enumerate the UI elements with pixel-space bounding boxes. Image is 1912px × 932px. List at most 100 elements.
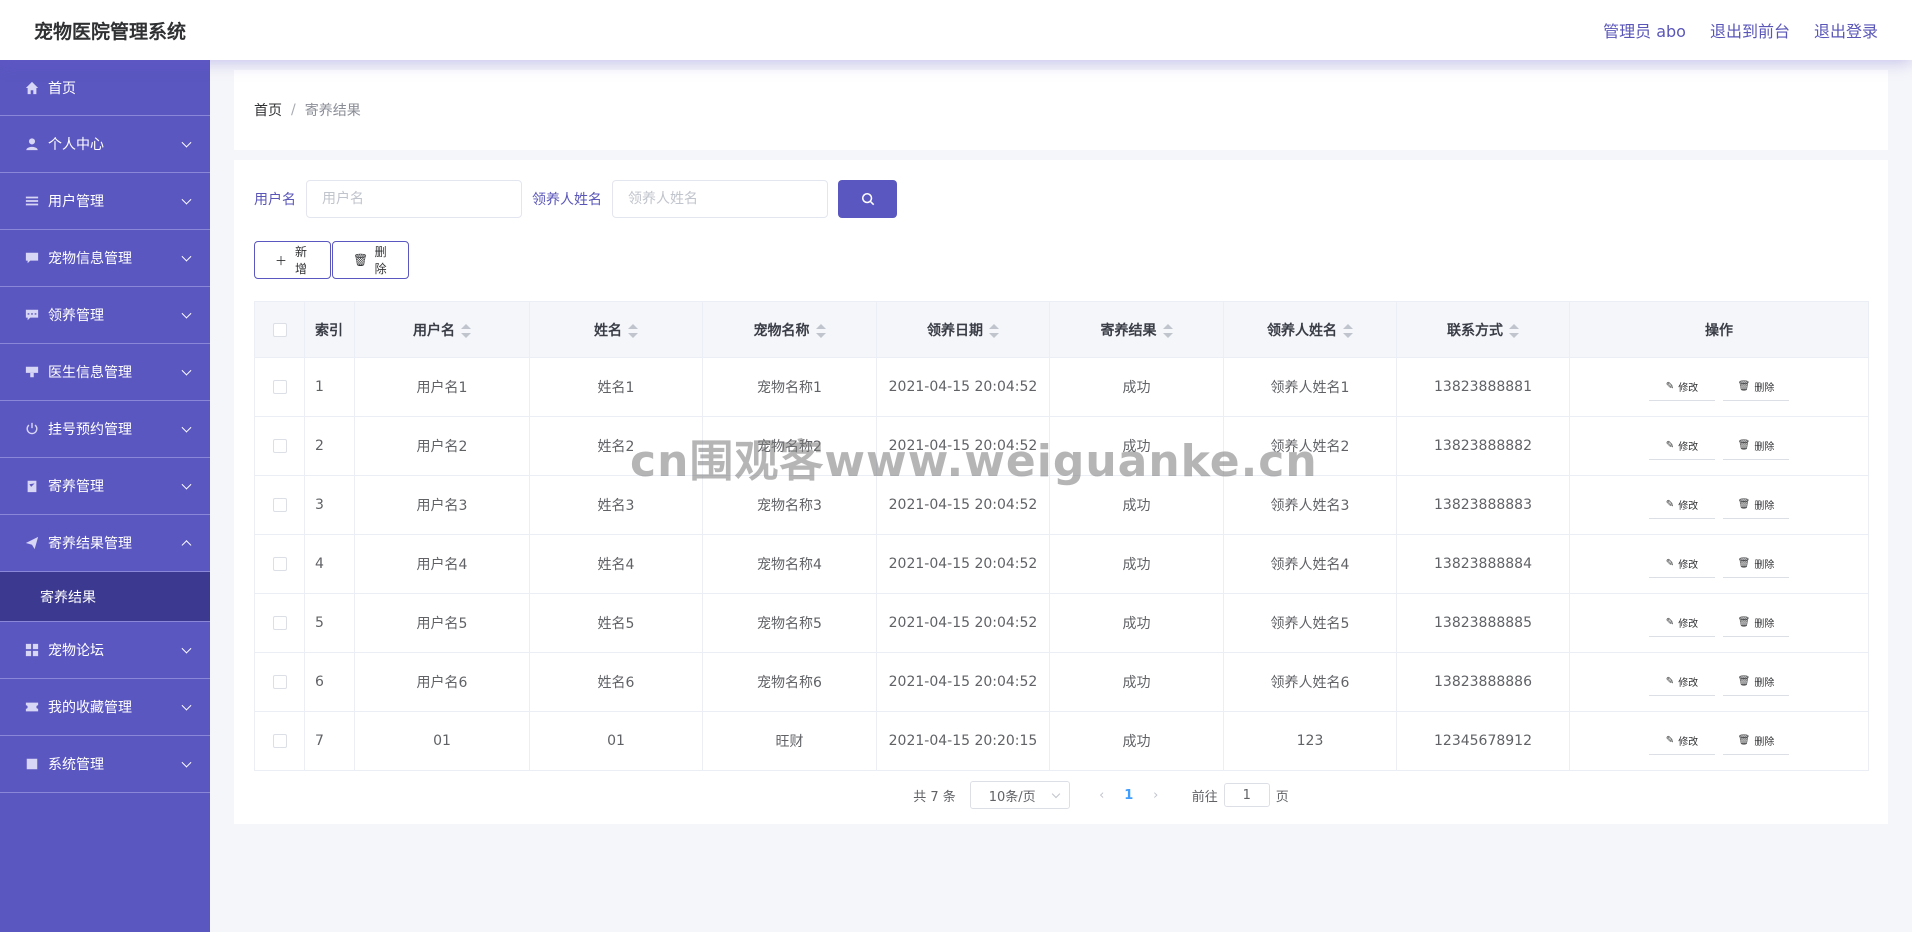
row-checkbox[interactable] bbox=[272, 734, 287, 748]
edit-button-label: 修改 bbox=[1678, 442, 1699, 453]
row-checkbox[interactable] bbox=[272, 380, 287, 394]
table-cell: 领养人姓名6 bbox=[1223, 652, 1397, 712]
row-checkbox[interactable] bbox=[272, 616, 287, 630]
edit-button[interactable]: ✎ 修改 bbox=[1649, 373, 1715, 401]
edit-button[interactable]: ✎ 修改 bbox=[1649, 491, 1715, 519]
next-page-button[interactable]: › bbox=[1144, 788, 1168, 803]
sort-icon[interactable] bbox=[815, 323, 826, 338]
select-all-checkbox[interactable] bbox=[272, 322, 287, 337]
sort-icon[interactable] bbox=[1509, 323, 1519, 338]
column-header-adopter-name[interactable]: 领养人姓名 bbox=[1223, 301, 1397, 358]
table-cell: 用户名2 bbox=[354, 416, 530, 476]
delete-button[interactable]: 🗑 删除 bbox=[1723, 668, 1789, 696]
delete-button[interactable]: 🗑 删除 bbox=[1723, 491, 1789, 519]
chevron-down-icon bbox=[181, 757, 192, 768]
column-header-adopt-date[interactable]: 领养日期 bbox=[876, 301, 1050, 358]
delete-button[interactable]: 🗑 删除 bbox=[1723, 373, 1789, 401]
username-search-input[interactable] bbox=[306, 180, 522, 218]
sidebar-item-pet-info[interactable]: 宠物信息管理 bbox=[0, 230, 210, 287]
sidebar-item-foster[interactable]: 寄养管理 bbox=[0, 458, 210, 515]
row-checkbox[interactable] bbox=[272, 675, 287, 689]
sidebar-subitem-foster-result[interactable]: 寄养结果 bbox=[0, 572, 210, 622]
delete-button[interactable]: 🗑 删除 bbox=[1723, 550, 1789, 578]
row-checkbox[interactable] bbox=[272, 557, 287, 571]
sort-icon[interactable] bbox=[1162, 323, 1173, 338]
admin-name-link[interactable]: 管理员 abo bbox=[1603, 18, 1686, 42]
table-cell: 2021-04-15 20:04:52 bbox=[876, 593, 1050, 653]
home-icon bbox=[24, 80, 40, 96]
delete-button-label: 删除 bbox=[1754, 560, 1775, 571]
goto-label: 前往 bbox=[1191, 789, 1218, 805]
chat-icon bbox=[24, 250, 40, 266]
table-cell: 领养人姓名1 bbox=[1223, 357, 1397, 417]
chevron-down-icon bbox=[1051, 789, 1060, 799]
table-cell: 成功 bbox=[1049, 357, 1224, 417]
row-checkbox[interactable] bbox=[272, 498, 287, 512]
edit-button[interactable]: ✎ 修改 bbox=[1649, 668, 1715, 696]
sidebar-item-appointment[interactable]: 挂号预约管理 bbox=[0, 401, 210, 458]
sort-icon[interactable] bbox=[1343, 323, 1353, 338]
edit-button[interactable]: ✎ 修改 bbox=[1649, 550, 1715, 578]
table-row: 4 用户名4 姓名4 宠物名称4 2021-04-15 20:04:52 成功 领养人姓名4… bbox=[254, 534, 1869, 594]
sidebar-item-doctor-info[interactable]: 医生信息管理 bbox=[0, 344, 210, 401]
chevron-down-icon bbox=[181, 643, 192, 654]
edit-button[interactable]: ✎ 修改 bbox=[1649, 609, 1715, 637]
delete-button[interactable]: 🗑 删除 bbox=[1723, 727, 1789, 755]
column-header-name[interactable]: 姓名 bbox=[529, 301, 703, 358]
add-button-label: 新增 bbox=[295, 245, 308, 276]
sidebar-item-personal-center[interactable]: 个人中心 bbox=[0, 116, 210, 173]
plus-icon: ＋ bbox=[275, 253, 288, 268]
delete-button-label: 删除 bbox=[374, 245, 387, 276]
sort-icon[interactable] bbox=[461, 323, 471, 338]
content-panel: 用户名 领养人姓名 ＋ 新增 🗑 删除 索引 用户名 姓名 bbox=[234, 160, 1888, 824]
delete-button[interactable]: 🗑 删除 bbox=[1723, 432, 1789, 460]
sidebar-item-system[interactable]: 系统管理 bbox=[0, 736, 210, 793]
edit-button[interactable]: ✎ 修改 bbox=[1649, 727, 1715, 755]
edit-icon: ✎ bbox=[1665, 735, 1675, 746]
table-row: 7 01 01 旺财 2021-04-15 20:20:15 成功 123 123456789… bbox=[254, 711, 1869, 771]
batch-delete-button[interactable]: 🗑 删除 bbox=[332, 241, 409, 279]
chevron-down-icon bbox=[181, 365, 192, 376]
breadcrumb-home[interactable]: 首页 bbox=[254, 100, 282, 120]
row-actions-cell: ✎ 修改 🗑 删除 bbox=[1569, 416, 1869, 476]
sidebar-item-user-management[interactable]: 用户管理 bbox=[0, 173, 210, 230]
edit-button[interactable]: ✎ 修改 bbox=[1649, 432, 1715, 460]
pagination-total: 共 7 条 bbox=[913, 789, 956, 805]
trash-icon: 🗑 bbox=[1737, 499, 1751, 510]
goto-page-input[interactable] bbox=[1223, 783, 1270, 807]
table-cell: 2021-04-15 20:20:15 bbox=[876, 711, 1050, 771]
row-select-cell bbox=[254, 652, 305, 712]
add-button[interactable]: ＋ 新增 bbox=[254, 241, 331, 279]
table-cell: 旺财 bbox=[702, 711, 877, 771]
row-actions-cell: ✎ 修改 🗑 删除 bbox=[1569, 652, 1869, 712]
logout-link[interactable]: 退出登录 bbox=[1814, 18, 1878, 42]
column-header-foster-result[interactable]: 寄养结果 bbox=[1049, 301, 1224, 358]
sidebar-item-foster-result-management[interactable]: 寄养结果管理 bbox=[0, 515, 210, 572]
page-size-select[interactable]: 10条/页 bbox=[969, 781, 1070, 809]
column-header-username[interactable]: 用户名 bbox=[354, 301, 530, 358]
column-header-contact[interactable]: 联系方式 bbox=[1396, 301, 1570, 358]
column-header-pet-name[interactable]: 宠物名称 bbox=[702, 301, 877, 358]
sidebar-item-home[interactable]: 首页 bbox=[0, 60, 210, 116]
sidebar-item-pet-forum[interactable]: 宠物论坛 bbox=[0, 622, 210, 679]
sidebar-item-favorites[interactable]: 我的收藏管理 bbox=[0, 679, 210, 736]
table-cell: 13823888883 bbox=[1396, 475, 1570, 535]
row-select-cell bbox=[254, 475, 305, 535]
row-checkbox[interactable] bbox=[272, 439, 287, 453]
search-button[interactable] bbox=[838, 180, 897, 218]
table-cell: 3 bbox=[304, 475, 355, 535]
edit-button-label: 修改 bbox=[1678, 501, 1699, 512]
sort-icon[interactable] bbox=[628, 323, 638, 338]
chevron-down-icon bbox=[181, 251, 192, 262]
delete-button[interactable]: 🗑 删除 bbox=[1723, 609, 1789, 637]
chevron-down-icon bbox=[181, 700, 192, 711]
adopter-search-input[interactable] bbox=[612, 180, 828, 218]
table-cell: 2021-04-15 20:04:52 bbox=[876, 357, 1050, 417]
exit-to-front-link[interactable]: 退出到前台 bbox=[1710, 18, 1790, 42]
page-number-1[interactable]: 1 bbox=[1114, 788, 1144, 803]
sidebar-item-adoption[interactable]: 领养管理 bbox=[0, 287, 210, 344]
message-icon bbox=[24, 307, 40, 323]
prev-page-button[interactable]: ‹ bbox=[1090, 788, 1114, 803]
table-cell: 成功 bbox=[1049, 534, 1224, 594]
sort-icon[interactable] bbox=[989, 323, 999, 338]
